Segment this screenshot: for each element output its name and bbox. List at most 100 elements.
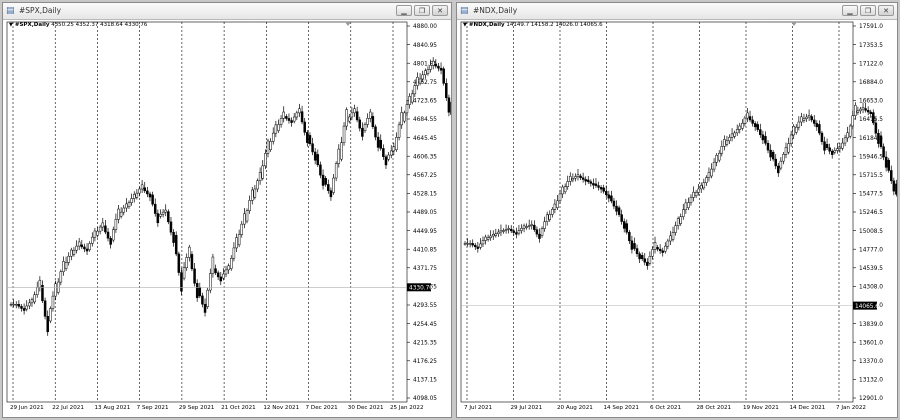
candle-body xyxy=(851,115,855,127)
candle-body xyxy=(248,200,251,211)
candle-body xyxy=(295,112,299,118)
close-button[interactable]: ✕ xyxy=(432,5,448,16)
candle-body xyxy=(604,191,608,196)
x-tick-label: 25 Jan 2022 xyxy=(390,405,424,411)
candle-body xyxy=(887,159,890,171)
candle-body xyxy=(264,153,267,167)
candle-body xyxy=(70,249,73,257)
x-tick-label: 14 Sep 2021 xyxy=(604,405,640,411)
candle-body xyxy=(730,133,734,138)
candle-body xyxy=(59,271,63,283)
price-chart[interactable]: 4880.00 4840.95 4801.85 4762.75 4723.65 4684.… xyxy=(3,20,451,418)
candle-body xyxy=(426,69,430,74)
candle-body xyxy=(282,111,285,119)
candle-body xyxy=(25,305,28,310)
x-tick-label: 29 Jul 2021 xyxy=(511,405,543,411)
title-bar[interactable]: ▤ #NDX,Daily ▁ ❐ ✕ xyxy=(457,3,897,20)
candle-body xyxy=(374,126,377,138)
candle-body xyxy=(743,117,747,124)
candle-body xyxy=(733,132,736,137)
candle-body xyxy=(810,116,813,121)
candle-body xyxy=(476,246,480,249)
candle-body xyxy=(51,295,55,309)
candle-body xyxy=(515,232,518,235)
candle-body xyxy=(169,221,173,233)
candle-body xyxy=(625,223,629,233)
spx-chart-window[interactable]: ▤ #SPX,Daily ▁ ❐ ✕ 4880.00 4840.95 4801.85… xyxy=(2,2,452,418)
candle-body xyxy=(243,213,246,225)
candle-body xyxy=(692,191,695,198)
candle-body xyxy=(540,228,544,236)
restore-button[interactable]: ❐ xyxy=(860,5,876,16)
candle-body xyxy=(563,186,567,193)
candle-body xyxy=(836,148,839,151)
info-symbol: #SPX,Daily xyxy=(14,22,50,28)
candle-body xyxy=(874,122,878,134)
candle-body xyxy=(348,116,351,122)
candle-body xyxy=(298,108,301,114)
candle-body xyxy=(651,249,654,257)
candlestick-chart-svg[interactable]: 4880.004840.954801.854762.754723.654684.… xyxy=(3,20,451,418)
candle-body xyxy=(479,243,482,248)
candle-body xyxy=(392,146,396,152)
candle-body xyxy=(258,172,262,181)
candle-body xyxy=(581,177,585,180)
candle-body xyxy=(198,287,202,297)
candle-body xyxy=(389,150,393,156)
candle-body xyxy=(599,187,603,190)
minimize-button[interactable]: ▁ xyxy=(842,5,858,16)
candle-body xyxy=(235,237,238,249)
candle-body xyxy=(403,112,406,122)
candle-body xyxy=(161,211,165,215)
y-tick-label: 4215.35 xyxy=(413,340,437,346)
candle-body xyxy=(172,231,175,243)
minimize-button[interactable]: ▁ xyxy=(396,5,412,16)
candle-body xyxy=(535,229,539,235)
candle-body xyxy=(434,63,438,67)
y-tick-label: 13132.0 xyxy=(859,378,883,384)
candle-body xyxy=(879,136,883,147)
candle-body xyxy=(751,119,754,124)
candle-body xyxy=(285,116,288,119)
x-tick-label: 22 Jul 2021 xyxy=(52,405,84,411)
candle-body xyxy=(397,124,401,138)
close-button[interactable]: ✕ xyxy=(878,5,894,16)
title-bar[interactable]: ▤ #SPX,Daily ▁ ❐ ✕ xyxy=(3,3,451,20)
candle-body xyxy=(468,243,472,245)
candle-body xyxy=(240,223,244,235)
candle-body xyxy=(720,146,724,154)
x-tick-label: 20 Aug 2021 xyxy=(557,405,593,411)
candle-body xyxy=(610,195,613,202)
candle-body xyxy=(209,273,212,291)
candle-body xyxy=(530,224,534,226)
ndx-chart-window[interactable]: ▤ #NDX,Daily ▁ ❐ ✕ 17591.0 17353.5 17122.0… xyxy=(456,2,898,418)
candle-body xyxy=(640,255,644,260)
candle-body xyxy=(748,116,752,121)
candle-body xyxy=(861,107,865,110)
y-tick-label: 4410.85 xyxy=(413,247,437,253)
price-chart[interactable]: 17591.0 17353.5 17122.0 16884.0 16653.0 16415… xyxy=(457,20,897,418)
candle-body xyxy=(630,240,634,250)
candle-body xyxy=(211,256,215,274)
y-tick-label: 14539.5 xyxy=(859,266,883,272)
candle-body xyxy=(303,121,306,133)
candle-body xyxy=(579,175,582,178)
candle-body xyxy=(245,210,249,222)
candle-body xyxy=(527,225,531,227)
y-tick-label: 16653.0 xyxy=(859,99,883,105)
y-tick-label: 4489.05 xyxy=(413,210,437,216)
candle-body xyxy=(230,258,233,269)
restore-button[interactable]: ❐ xyxy=(414,5,430,16)
candle-body xyxy=(756,124,759,130)
candle-body xyxy=(764,136,767,144)
candlestick-chart-svg[interactable]: 17591.0 17353.5 17122.0 16884.0 16653.0 16415… xyxy=(457,20,897,418)
y-tick-label: 14308.0 xyxy=(859,285,883,291)
candle-body xyxy=(35,287,39,295)
candle-body xyxy=(494,233,498,236)
y-tick-label: 4645.45 xyxy=(413,136,437,142)
candle-body xyxy=(497,231,500,235)
x-tick-label: 13 Aug 2021 xyxy=(94,405,130,411)
candle-body xyxy=(766,142,770,151)
candle-body xyxy=(717,152,721,161)
candle-body xyxy=(576,174,580,177)
